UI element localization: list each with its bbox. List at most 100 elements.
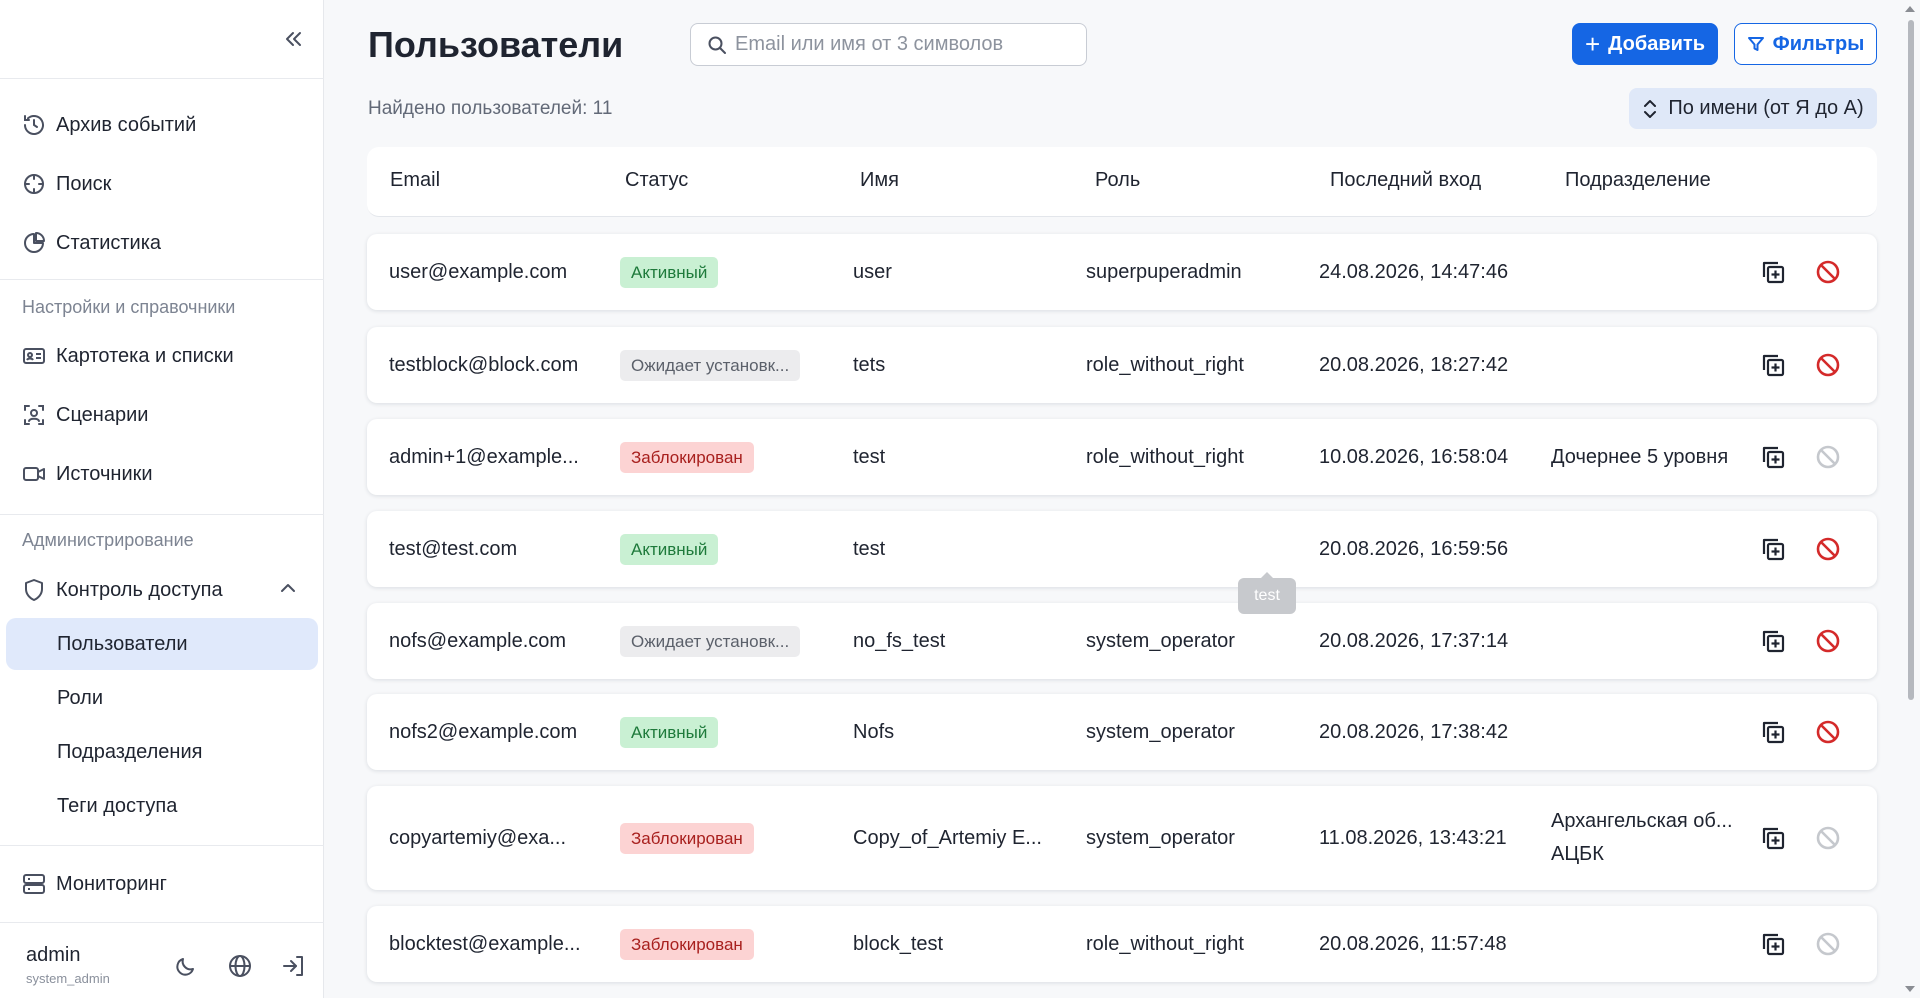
- cell-name: no_fs_test: [853, 630, 946, 652]
- status-badge: Ожидает установк...: [620, 350, 801, 381]
- copy-user-icon[interactable]: [1756, 624, 1790, 658]
- cell-last-login: 10.08.2026, 16:58:04: [1319, 446, 1509, 468]
- search-icon: [707, 35, 727, 55]
- cell-last-login: 11.08.2026, 13:43:21: [1319, 827, 1507, 849]
- sidebar-item-access-control[interactable]: Контроль доступа: [6, 564, 318, 616]
- cell-name: tets: [853, 354, 886, 376]
- sort-button[interactable]: По имени (от Я до А): [1629, 88, 1877, 129]
- block-user-icon[interactable]: [1811, 715, 1845, 749]
- logout-icon[interactable]: [278, 950, 310, 982]
- scroll-down-arrow-icon[interactable]: [1905, 986, 1915, 992]
- table-row[interactable]: nofs2@example.com Активный Nofs system_o…: [367, 694, 1877, 770]
- table-row[interactable]: testblock@block.com Ожидает установк... …: [367, 327, 1877, 403]
- main-content: Пользователи + Добавить Фильтры Найдено …: [324, 0, 1888, 998]
- column-header-last-login[interactable]: Последний вход: [1330, 169, 1481, 192]
- table-row[interactable]: nofs@example.com Ожидает установк... no_…: [367, 603, 1877, 679]
- id-card-icon: [20, 342, 48, 370]
- scrollbar-thumb[interactable]: [1908, 20, 1914, 700]
- table-row[interactable]: copyartemiy@exa... Заблокирован Copy_of_…: [367, 786, 1877, 890]
- sidebar: Архив событий Поиск Статистика Настройки…: [0, 0, 324, 998]
- sidebar-item-label: Картотека и списки: [56, 344, 234, 367]
- chevron-up-icon: [278, 578, 298, 603]
- cell-last-login: 20.08.2026, 16:59:56: [1319, 538, 1509, 560]
- cell-division-line2: АЦБК: [1551, 843, 1604, 865]
- scroll-up-arrow-icon[interactable]: [1905, 6, 1915, 12]
- column-header-division[interactable]: Подразделение: [1565, 169, 1711, 192]
- user-role: system_admin: [26, 971, 110, 986]
- cell-name: user: [853, 261, 892, 283]
- history-icon: [20, 111, 48, 139]
- sort-arrows-icon: [1642, 99, 1658, 119]
- block-user-icon[interactable]: [1811, 348, 1845, 382]
- cell-email: testblock@block.com: [389, 354, 579, 376]
- sidebar-item-statistics[interactable]: Статистика: [6, 217, 318, 269]
- block-user-icon[interactable]: [1811, 532, 1845, 566]
- cell-last-login: 24.08.2026, 14:47:46: [1319, 261, 1509, 283]
- sidebar-item-label: Мониторинг: [56, 872, 167, 895]
- status-badge: Ожидает установк...: [620, 626, 801, 657]
- cell-role: system_operator: [1086, 630, 1235, 652]
- copy-user-icon[interactable]: [1756, 348, 1790, 382]
- cell-role: system_operator: [1086, 721, 1235, 743]
- sidebar-item-label: Поиск: [56, 172, 112, 195]
- sidebar-subitem-users[interactable]: Пользователи: [6, 618, 318, 670]
- globe-icon[interactable]: [224, 950, 256, 982]
- cell-email: copyartemiy@exa...: [389, 827, 567, 849]
- moon-icon[interactable]: [170, 950, 202, 982]
- search-field[interactable]: [690, 23, 1087, 66]
- copy-user-icon[interactable]: [1756, 927, 1790, 961]
- column-header-email[interactable]: Email: [390, 169, 440, 192]
- block-user-icon[interactable]: [1811, 624, 1845, 658]
- sidebar-subitem-label: Пользователи: [57, 632, 188, 655]
- sidebar-item-label: Статистика: [56, 231, 162, 254]
- sidebar-item-card-index[interactable]: Картотека и списки: [6, 330, 318, 382]
- cell-role: system_operator: [1086, 827, 1235, 849]
- plus-icon: +: [1584, 29, 1601, 59]
- cell-last-login: 20.08.2026, 17:37:14: [1319, 630, 1509, 652]
- block-user-disabled-icon: [1811, 927, 1845, 961]
- block-user-disabled-icon: [1811, 440, 1845, 474]
- add-user-button[interactable]: + Добавить: [1572, 23, 1718, 65]
- sidebar-subitem-access-tags[interactable]: Теги доступа: [6, 780, 318, 832]
- sidebar-item-search[interactable]: Поиск: [6, 158, 318, 210]
- cell-email: nofs2@example.com: [389, 721, 578, 743]
- cell-name: Copy_of_Artemiy E...: [853, 827, 1042, 849]
- search-input[interactable]: [735, 33, 1075, 56]
- filters-button-label: Фильтры: [1772, 32, 1865, 55]
- copy-user-icon[interactable]: [1756, 440, 1790, 474]
- column-header-role[interactable]: Роль: [1095, 169, 1140, 192]
- column-header-name[interactable]: Имя: [860, 169, 899, 192]
- block-user-icon[interactable]: [1811, 255, 1845, 289]
- sidebar-item-scenarios[interactable]: Сценарии: [6, 389, 318, 441]
- page-title: Пользователи: [368, 24, 624, 65]
- copy-user-icon[interactable]: [1756, 255, 1790, 289]
- cell-name: block_test: [853, 933, 944, 955]
- sidebar-item-monitoring[interactable]: Мониторинг: [6, 858, 318, 910]
- table-row[interactable]: admin+1@example... Заблокирован test rol…: [367, 419, 1877, 495]
- copy-user-icon[interactable]: [1756, 821, 1790, 855]
- copy-user-icon[interactable]: [1756, 715, 1790, 749]
- cell-email: user@example.com: [389, 261, 568, 283]
- sidebar-subitem-roles[interactable]: Роли: [6, 672, 318, 724]
- found-count: Найдено пользователей: 11: [368, 98, 613, 119]
- sidebar-subitem-label: Теги доступа: [57, 794, 178, 817]
- sidebar-item-events-archive[interactable]: Архив событий: [6, 99, 318, 151]
- collapse-sidebar-icon[interactable]: [278, 24, 308, 54]
- sidebar-item-label: Сценарии: [56, 403, 149, 426]
- sidebar-divider: [0, 78, 324, 79]
- cell-email: test@test.com: [389, 538, 518, 560]
- sidebar-subitem-label: Подразделения: [57, 740, 203, 763]
- table-row[interactable]: user@example.com Активный user superpupe…: [367, 234, 1877, 310]
- sidebar-item-label: Архив событий: [56, 113, 197, 136]
- sidebar-item-sources[interactable]: Источники: [6, 448, 318, 500]
- pie-chart-icon: [20, 229, 48, 257]
- table-row[interactable]: blocktest@example... Заблокирован block_…: [367, 906, 1877, 982]
- cell-name: test: [853, 538, 886, 560]
- copy-user-icon[interactable]: [1756, 532, 1790, 566]
- sidebar-subitem-divisions[interactable]: Подразделения: [6, 726, 318, 778]
- column-header-status[interactable]: Статус: [625, 169, 688, 192]
- filters-button[interactable]: Фильтры: [1734, 23, 1877, 65]
- table-row[interactable]: test@test.com Активный test 20.08.2026, …: [367, 511, 1877, 587]
- cell-name: test: [853, 446, 886, 468]
- page-scrollbar[interactable]: [1900, 0, 1920, 998]
